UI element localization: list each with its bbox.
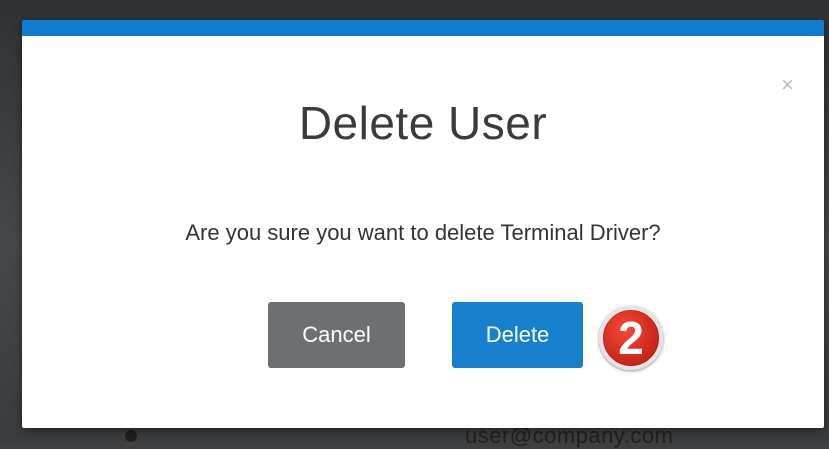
delete-button[interactable]: Delete [452, 302, 583, 368]
cancel-button[interactable]: Cancel [268, 302, 405, 368]
delete-user-dialog: × Delete User Are you sure you want to d… [22, 20, 824, 428]
dialog-message: Are you sure you want to delete Terminal… [185, 220, 661, 245]
dialog-title: Delete User [298, 97, 548, 149]
step-number-badge: 2 [599, 306, 663, 370]
background-bullet [125, 430, 137, 442]
close-icon[interactable]: × [781, 74, 794, 96]
